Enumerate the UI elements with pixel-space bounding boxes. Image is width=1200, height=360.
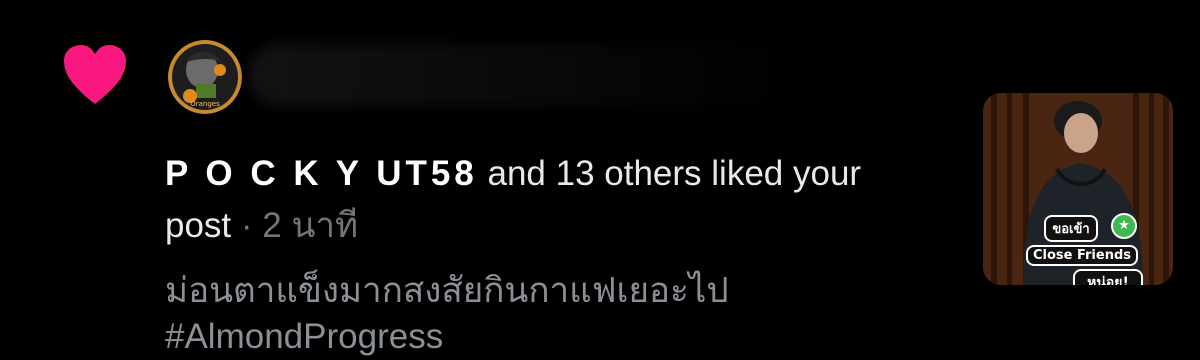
post-text[interactable]: ม่อนตาแข็งมากสงสัยกินกาแฟเยอะไป #AlmondP… (165, 268, 945, 360)
username-link[interactable]: P O C K Y UT58 (165, 154, 478, 193)
obscured-avatars-row (248, 44, 808, 106)
post-media-thumbnail[interactable]: ขอเข้า ★ Close Friends หน่อย! (983, 93, 1173, 285)
avatar[interactable]: Oranges (168, 40, 242, 114)
sticker-text: Close Friends (1025, 245, 1139, 266)
timestamp: 2 นาที (262, 206, 359, 245)
post-text-line: ม่อนตาแข็งมากสงสัยกินกาแฟเยอะไป (165, 271, 729, 310)
notification-headline: P O C K Y UT58 and 13 others liked your … (165, 148, 925, 252)
post-hashtag[interactable]: #AlmondProgress (165, 314, 945, 360)
star-icon: ★ (1111, 213, 1137, 239)
heart-icon (62, 44, 128, 106)
close-friends-sticker: ขอเข้า ★ Close Friends หน่อย! (1017, 213, 1147, 285)
sticker-text: ขอเข้า (1044, 215, 1098, 242)
like-notification[interactable]: Oranges P O C K Y UT58 and 13 others lik… (0, 0, 1200, 356)
avatar-caption: Oranges (190, 100, 220, 108)
separator: · (231, 206, 263, 245)
sticker-text: หน่อย! (1073, 269, 1143, 285)
